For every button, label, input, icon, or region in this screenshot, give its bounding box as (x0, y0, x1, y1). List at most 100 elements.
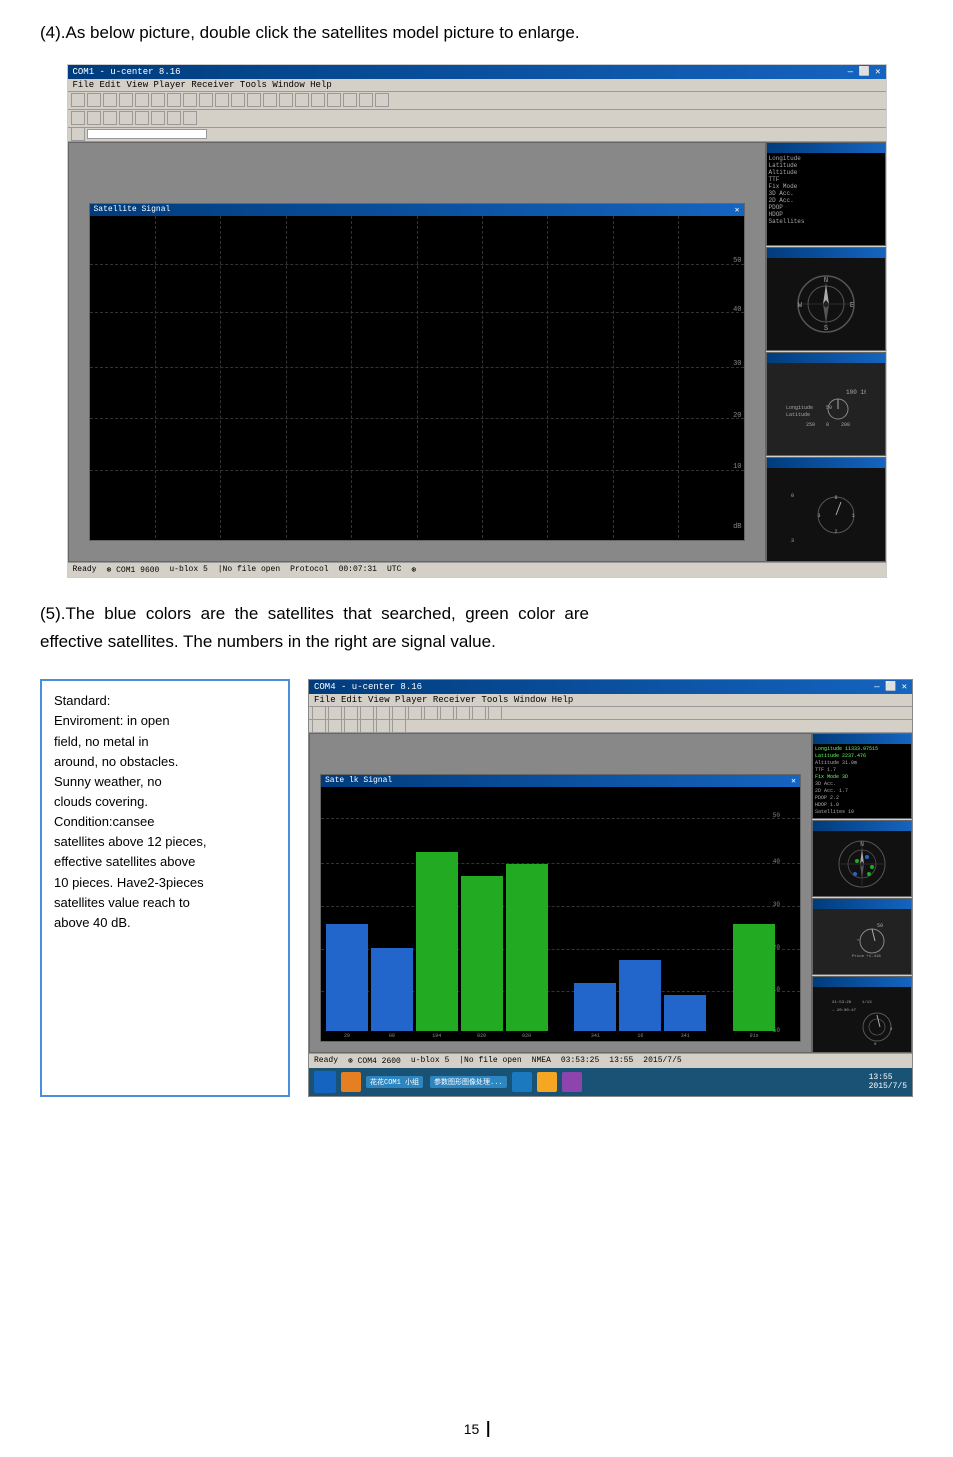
tb2-btn5[interactable] (376, 706, 390, 720)
info-content: Longitude Latitude Altitude TTF Fix Mode… (767, 153, 885, 227)
toolbar-btn6[interactable] (151, 93, 165, 107)
info-panel2: Longitude 11333.97515 Latitude 2237.476 … (812, 733, 912, 819)
taskbar-ie-icon[interactable] (512, 1072, 532, 1092)
sat-signal-close2[interactable]: ✕ (791, 776, 796, 786)
taskbar-app1-label[interactable]: 花花COM1 小组 (366, 1076, 423, 1088)
info-altitude: Altitude (769, 169, 883, 176)
toolbar2-btn3[interactable] (103, 111, 117, 125)
taskbar-app1-icon[interactable] (341, 1072, 361, 1092)
chart-grid1: 50 40 30 20 10 dB (90, 216, 744, 538)
toolbar-btn19[interactable] (359, 93, 373, 107)
tb2-btn6[interactable] (392, 706, 406, 720)
note-line4: Sunny weather, no (54, 772, 276, 792)
tb2-btn3[interactable] (344, 706, 358, 720)
tb2-btn10[interactable] (456, 706, 470, 720)
ucenter1-content: Satellite Signal ✕ 50 40 30 (68, 142, 886, 562)
xlabel-9: 01x (733, 1033, 775, 1039)
toolbar2-btn5[interactable] (135, 111, 149, 125)
tb2-btn8[interactable] (424, 706, 438, 720)
main-panel2: Sate lk Signal ✕ (309, 733, 812, 1053)
taskbar-app2-label[interactable]: 参数图形图像处理... (430, 1076, 507, 1088)
toolbar-btn9[interactable] (199, 93, 213, 107)
toolbar-btn5[interactable] (135, 93, 149, 107)
grid-label-20: 20 (733, 412, 741, 420)
tb2-btn9[interactable] (440, 706, 454, 720)
tb2-btn11[interactable] (472, 706, 486, 720)
toolbar2-btn1[interactable] (71, 111, 85, 125)
grid-v-3 (286, 216, 287, 538)
note-box: Standard: Enviroment: in open field, no … (40, 679, 290, 1097)
tb2b-btn5[interactable] (376, 719, 390, 733)
svg-text:E: E (849, 302, 853, 310)
bar-3 (416, 852, 458, 1031)
status-utc: UTC (387, 565, 401, 575)
tb2b-btn2[interactable] (328, 719, 342, 733)
status-nofile: |No file open (218, 565, 280, 575)
tb2b-btn3[interactable] (344, 719, 358, 733)
info-panel-titlebar (767, 143, 885, 153)
taskbar-explorer-icon[interactable] (537, 1072, 557, 1092)
toolbar-btn10[interactable] (215, 93, 229, 107)
info2-latitude: Latitude 2237.476 (815, 753, 909, 760)
tb2-btn7[interactable] (408, 706, 422, 720)
toolbar-btn1[interactable] (71, 93, 85, 107)
grid-label-30: 30 (733, 360, 741, 368)
toolbar-btn18[interactable] (343, 93, 357, 107)
toolbar2-btn8[interactable] (183, 111, 197, 125)
chart-mini-content: 100 160 50 200 0 250 Longitude Latitude (767, 363, 885, 455)
status-ublox: u-blox 5 (169, 565, 207, 575)
toolbar-btn4[interactable] (119, 93, 133, 107)
taskbar-start-icon[interactable] (314, 1071, 336, 1093)
toolbar2-btn4[interactable] (119, 111, 133, 125)
toolbar-btn12[interactable] (247, 93, 261, 107)
tb2b-btn4[interactable] (360, 719, 374, 733)
ucenter1-statusbar: Ready ⊛ COM1 9600 u-blox 5 |No file open… (68, 562, 886, 577)
svg-text:→ 20:00:47: → 20:00:47 (832, 1009, 857, 1013)
address-bar[interactable] (87, 129, 207, 139)
tb2-btn4[interactable] (360, 706, 374, 720)
sat-signal-close1[interactable]: ✕ (735, 205, 740, 215)
svg-text:8: 8 (834, 495, 837, 501)
toolbar-btn16[interactable] (311, 93, 325, 107)
toolbar-btn20[interactable] (375, 93, 389, 107)
screenshot2-wrapper: COM4 - u-center 8.16 — ⬜ ✕ File Edit Vie… (308, 679, 913, 1097)
map-panel1: 8 1 2 3 0 3 (766, 457, 886, 561)
grid-label-db: dB (733, 523, 741, 531)
section5-text2: effective satellites. The numbers in the… (40, 632, 496, 651)
svg-text:Price +1.416: Price +1.416 (852, 954, 881, 959)
note-standard-label: Standard: (54, 691, 276, 711)
chart-panel2: 50 ≈ Price +1.416 (812, 898, 912, 975)
toolbar-btn14[interactable] (279, 93, 293, 107)
info2-hdop: HDOP 1.0 (815, 802, 909, 809)
toolbar2-btn6[interactable] (151, 111, 165, 125)
ucenter2-window: COM4 - u-center 8.16 — ⬜ ✕ File Edit Vie… (308, 679, 913, 1097)
bar-2 (371, 948, 413, 1032)
sky-panel2: N (812, 820, 912, 897)
taskbar-file-icon[interactable] (562, 1072, 582, 1092)
tb2b-btn6[interactable] (392, 719, 406, 733)
toolbar-btn15[interactable] (295, 93, 309, 107)
chart-with-bars: 50 40 30 20 10 50 (321, 787, 800, 1039)
toolbar-btn17[interactable] (327, 93, 341, 107)
toolbar-btn11[interactable] (231, 93, 245, 107)
section4-heading: (4).As below picture, double click the s… (40, 20, 913, 46)
toolbar2-btn2[interactable] (87, 111, 101, 125)
taskbar-clock: 13:55 (869, 1073, 907, 1082)
svg-text:3: 3 (791, 538, 794, 542)
toolbar-btn2[interactable] (87, 93, 101, 107)
status2-date: 2015/7/5 (643, 1056, 681, 1066)
toolbar3-btn1[interactable] (71, 127, 85, 141)
taskbar-time: 13:55 2015/7/5 (869, 1073, 907, 1091)
toolbar-btn8[interactable] (183, 93, 197, 107)
toolbar2-btn7[interactable] (167, 111, 181, 125)
tb2-btn12[interactable] (488, 706, 502, 720)
tb2-btn1[interactable] (312, 706, 326, 720)
toolbar-btn3[interactable] (103, 93, 117, 107)
tb2-btn2[interactable] (328, 706, 342, 720)
toolbar-btn13[interactable] (263, 93, 277, 107)
tb2b-btn1[interactable] (312, 719, 326, 733)
info-hdop: HDOP (769, 211, 883, 218)
svg-text:1/13: 1/13 (862, 1000, 872, 1005)
xlabel-5: 020 (506, 1033, 548, 1039)
toolbar-btn7[interactable] (167, 93, 181, 107)
